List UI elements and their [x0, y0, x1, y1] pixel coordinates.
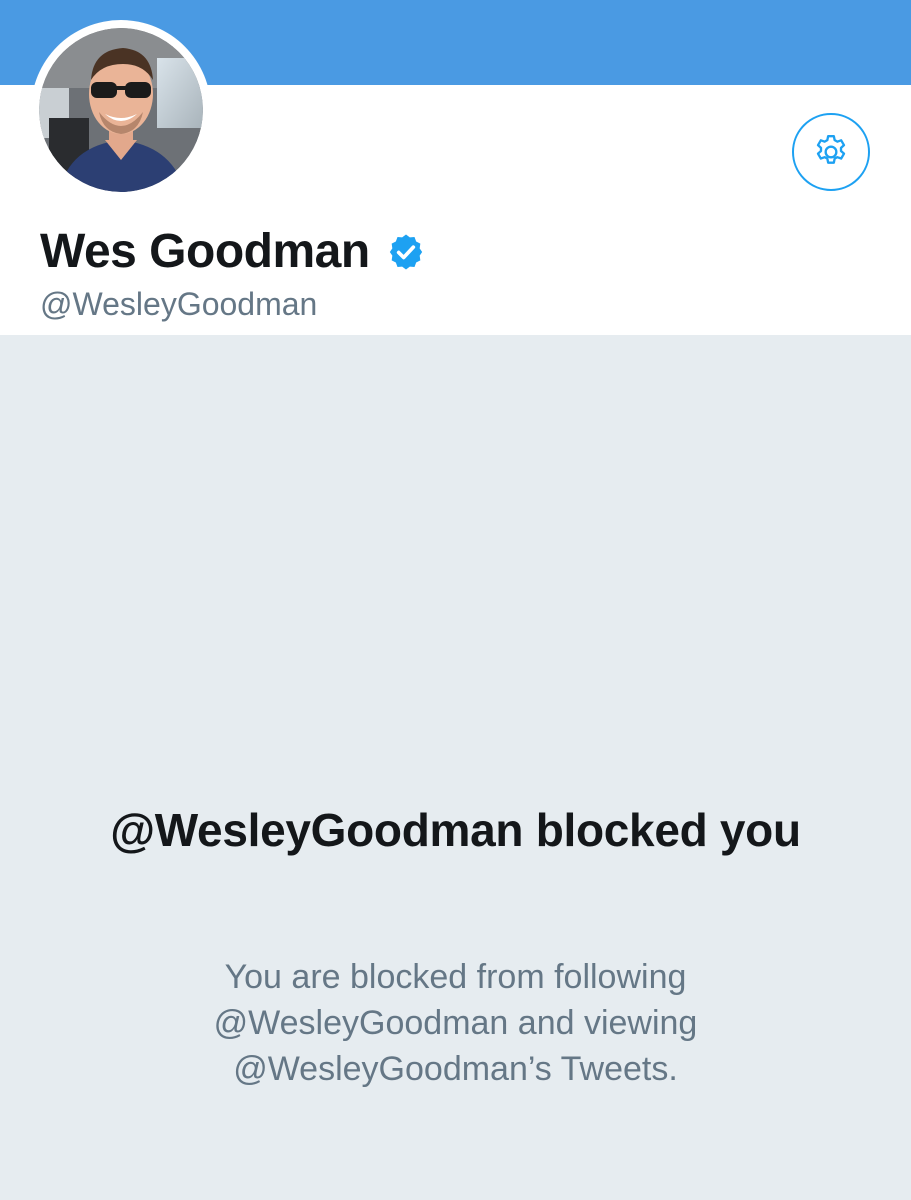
- display-name: Wes Goodman: [40, 225, 370, 278]
- avatar-photo: [39, 28, 203, 192]
- settings-button[interactable]: [792, 113, 870, 191]
- blocked-message: You are blocked from following @WesleyGo…: [213, 958, 698, 1088]
- verified-badge-icon: [389, 234, 422, 270]
- blocked-title: @WesleyGoodman blocked you: [110, 804, 801, 856]
- avatar[interactable]: [31, 20, 211, 200]
- profile-name-row: Wes Goodman: [40, 222, 426, 282]
- gear-icon: [816, 135, 846, 164]
- profile-handle: @WesleyGoodman: [40, 286, 318, 322]
